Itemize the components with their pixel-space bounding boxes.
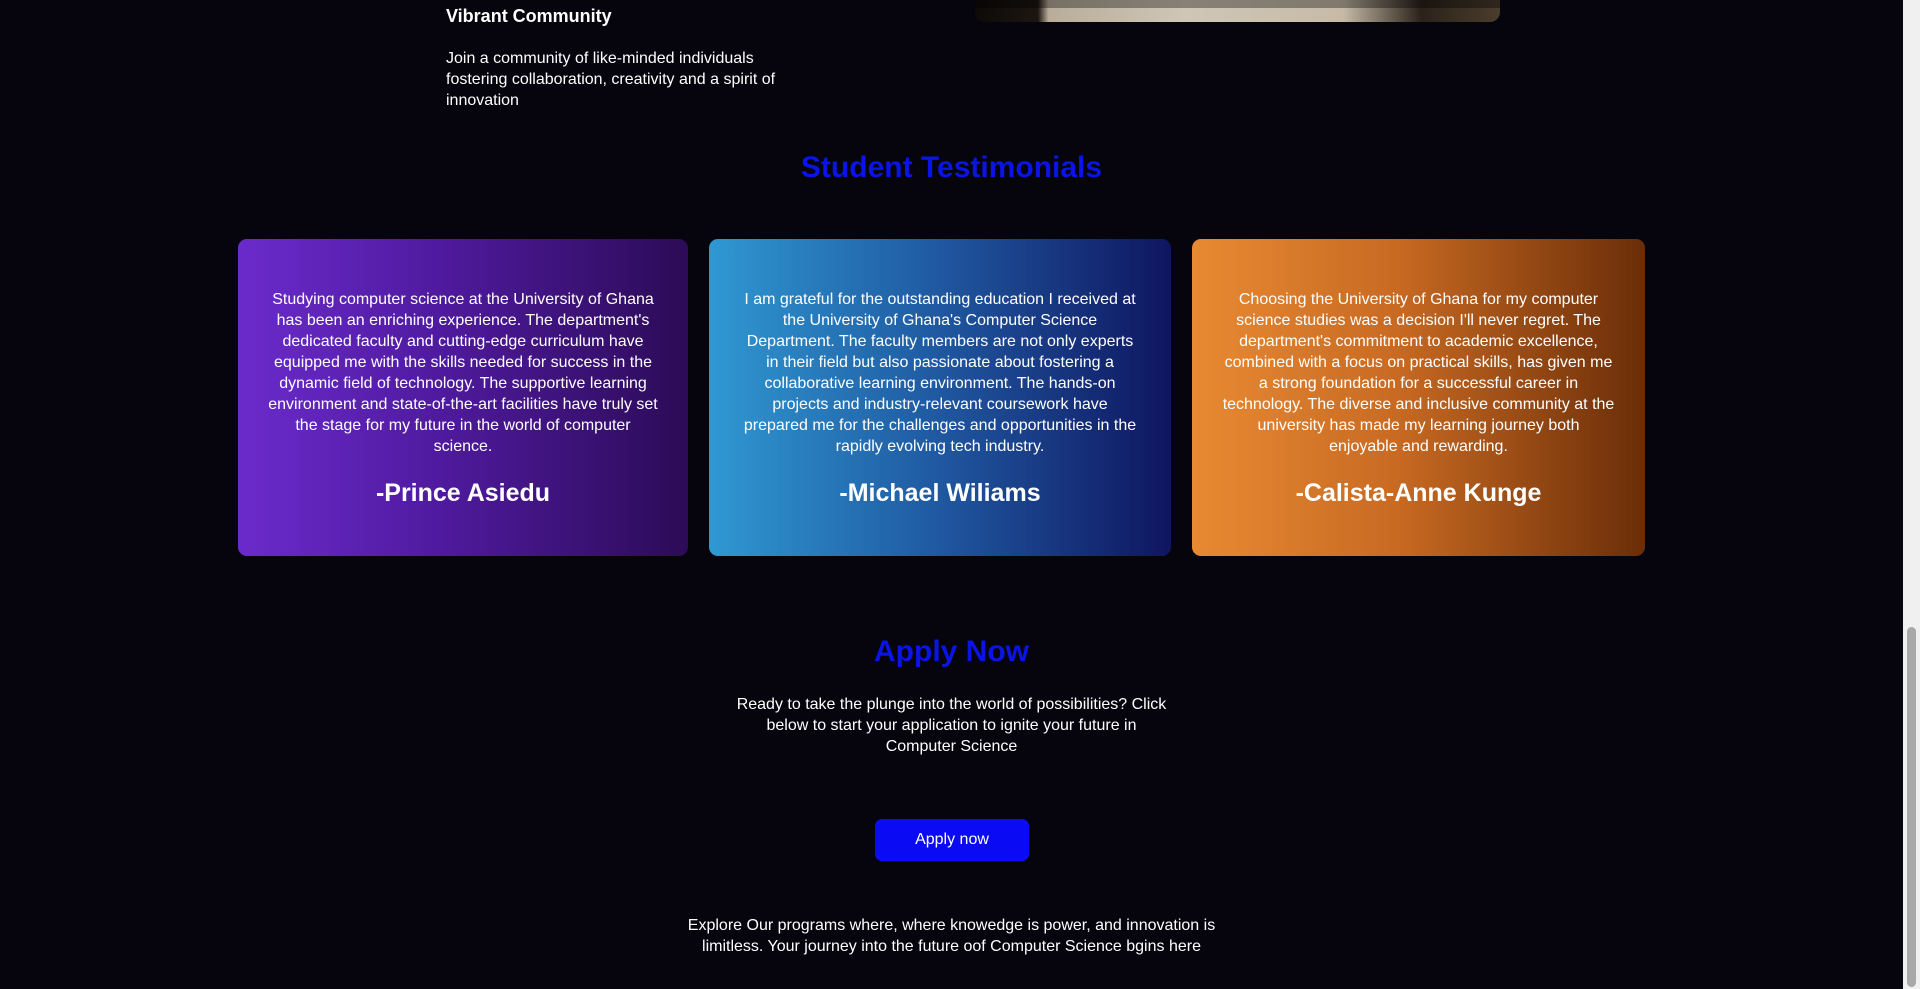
footer-tagline: Explore Our programs where, where knowed… bbox=[0, 915, 1903, 957]
page: Vibrant Community Join a community of li… bbox=[0, 0, 1920, 989]
feature-image bbox=[975, 0, 1500, 22]
testimonial-quote: Studying computer science at the Univers… bbox=[268, 291, 658, 455]
feature-title: Vibrant Community bbox=[446, 6, 612, 26]
apply-description: Ready to take the plunge into the world … bbox=[736, 696, 1167, 755]
feature-description: Join a community of like-minded individu… bbox=[446, 50, 776, 109]
vertical-scrollbar[interactable] bbox=[1903, 0, 1920, 989]
testimonials-heading: Student Testimonials bbox=[800, 151, 1103, 184]
testimonial-card: Choosing the University of Ghana for my … bbox=[1192, 239, 1645, 556]
testimonial-card: I am grateful for the outstanding educat… bbox=[709, 239, 1171, 556]
scrollbar-thumb[interactable] bbox=[1907, 627, 1916, 987]
footer-line: Explore Our programs where, where knowed… bbox=[687, 917, 1216, 934]
apply-heading: Apply Now bbox=[874, 635, 1029, 668]
testimonial-author: -Michael Wiliams bbox=[839, 479, 1041, 507]
testimonial-quote: I am grateful for the outstanding educat… bbox=[743, 291, 1137, 455]
apply-now-button[interactable]: Apply now bbox=[875, 819, 1029, 861]
footer-line: limitless. Your journey into the future … bbox=[702, 938, 1201, 955]
testimonial-quote: Choosing the University of Ghana for my … bbox=[1222, 291, 1615, 455]
feature-vibrant-community: Vibrant Community Join a community of li… bbox=[446, 4, 786, 111]
testimonial-author: -Prince Asiedu bbox=[375, 479, 551, 507]
testimonial-card: Studying computer science at the Univers… bbox=[238, 239, 688, 556]
testimonial-author: -Calista-Anne Kunge bbox=[1295, 479, 1542, 507]
